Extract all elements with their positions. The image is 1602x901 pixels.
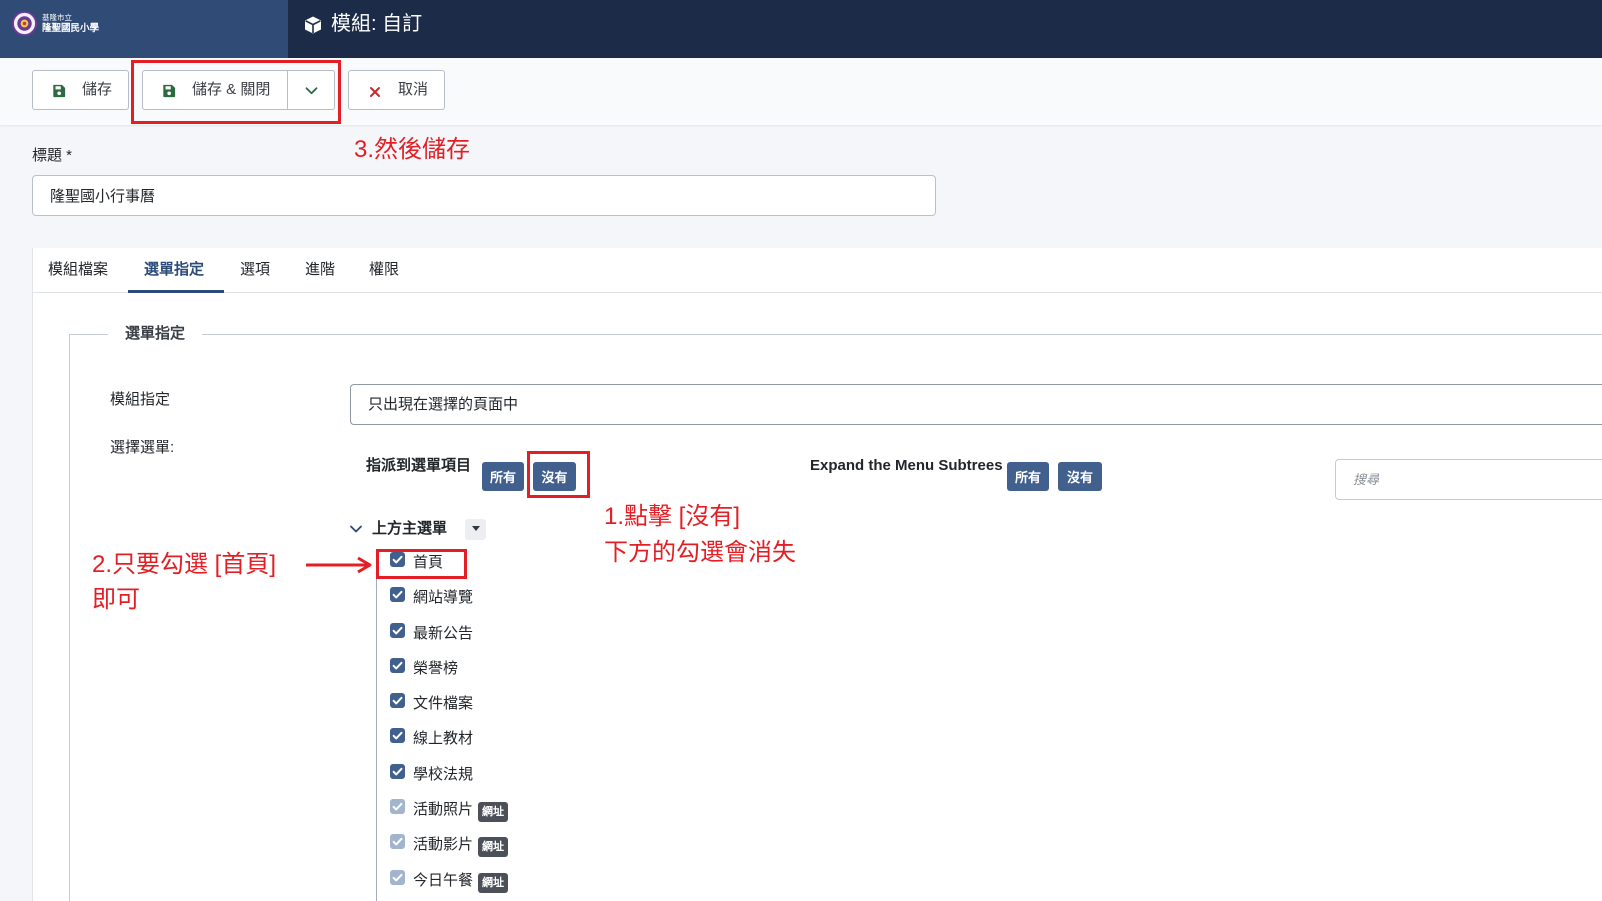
module-edit-page: 基隆市立 隆聖國民小學 模組: 自訂 儲存 儲存 & 關閉 取消 3.然後儲存 … xyxy=(0,0,1602,901)
save-icon xyxy=(162,84,176,98)
menu-item-checkbox[interactable] xyxy=(390,834,405,850)
module-assignment-label: 模組指定 xyxy=(110,391,171,408)
list-item: 今日午餐 網址 xyxy=(380,863,680,898)
menu-item-label[interactable]: 網站導覽 xyxy=(413,588,473,608)
checkmark-icon xyxy=(392,802,403,811)
brand-city-text: 基隆市立 xyxy=(42,13,72,22)
menu-item-label-wrap[interactable]: 活動影片 網址 xyxy=(413,835,509,858)
menu-item-label: 今日午餐 xyxy=(413,871,474,889)
save-icon xyxy=(52,84,66,98)
menu-item-label[interactable]: 首頁 xyxy=(413,553,443,573)
menu-group-dropdown-button[interactable] xyxy=(465,519,486,540)
menu-item-label[interactable]: 文件檔案 xyxy=(413,694,473,714)
tab-module-files[interactable]: 模組檔案 xyxy=(32,248,126,293)
menu-item-label[interactable]: 最新公告 xyxy=(413,624,473,644)
list-item: 網站導覽 xyxy=(380,580,680,615)
brand-school-text: 隆聖國民小學 xyxy=(42,23,100,34)
expand-subtrees-label: Expand the Menu Subtrees xyxy=(810,457,1003,474)
menu-item-checkbox[interactable] xyxy=(390,869,405,885)
annotation-step2-line2: 即可 xyxy=(92,586,140,613)
menu-item-checkbox[interactable] xyxy=(390,587,405,603)
assign-items-label: 指派到選單項目 xyxy=(366,457,472,474)
checkmark-icon xyxy=(392,591,403,599)
assign-all-button[interactable]: 所有 xyxy=(482,462,524,491)
fieldset-legend: 選單指定 xyxy=(108,324,202,344)
menu-item-list: 首頁 網站導覽 最新公告 榮譽榜 文件檔案 線上教材 學校法規 活動照片網址 xyxy=(380,545,680,898)
select-menu-label: 選擇選單: xyxy=(110,439,175,456)
save-button-label: 儲存 xyxy=(82,81,113,98)
tab-menu-assignment[interactable]: 選單指定 xyxy=(128,248,224,293)
list-item: 文件檔案 xyxy=(380,686,680,721)
tab-options[interactable]: 選項 xyxy=(224,248,287,293)
module-assignment-select[interactable]: 只出現在選擇的頁面中 xyxy=(350,384,1602,425)
page-title: 模組: 自訂 xyxy=(331,13,423,35)
top-header: 基隆市立 隆聖國民小學 模組: 自訂 xyxy=(0,0,1602,58)
menu-item-label-wrap[interactable]: 活動照片 網址 xyxy=(413,800,509,823)
expand-all-button[interactable]: 所有 xyxy=(1007,462,1049,491)
menu-item-checkbox[interactable] xyxy=(390,763,405,779)
menu-item-checkbox[interactable] xyxy=(390,728,405,744)
cancel-button-label: 取消 xyxy=(398,81,429,98)
save-button[interactable]: 儲存 xyxy=(32,70,129,110)
toolbar: 儲存 儲存 & 關閉 取消 xyxy=(0,58,1602,125)
list-item: 線上教材 xyxy=(380,721,680,756)
annotation-step1-line1: 1.點擊 [沒有] xyxy=(604,503,741,530)
menu-item-label-wrap[interactable]: 今日午餐 網址 xyxy=(413,871,509,893)
checkmark-icon xyxy=(392,696,403,705)
assign-none-button[interactable]: 沒有 xyxy=(533,462,576,491)
list-item: 最新公告 xyxy=(380,616,680,651)
tree-guide-line xyxy=(376,549,377,901)
list-item: 活動照片 網址 xyxy=(380,792,680,827)
chevron-down-icon xyxy=(304,83,319,98)
tab-advanced[interactable]: 進階 xyxy=(289,248,352,293)
menu-item-label[interactable]: 學校法規 xyxy=(413,765,473,785)
checkmark-icon xyxy=(392,873,403,882)
list-item: 學校法規 xyxy=(380,757,680,792)
checkmark-icon xyxy=(392,555,403,564)
title-input[interactable] xyxy=(32,175,936,216)
title-field-label: 標題 * xyxy=(32,147,73,164)
list-item: 活動影片 網址 xyxy=(380,827,680,862)
brand-home-link[interactable]: 基隆市立 隆聖國民小學 xyxy=(0,0,288,58)
tab-permissions[interactable]: 權限 xyxy=(353,248,416,293)
list-item: 首頁 xyxy=(380,545,680,580)
chevron-down-icon[interactable] xyxy=(349,522,363,536)
menu-item-checkbox[interactable] xyxy=(390,799,405,815)
annotation-step3: 3.然後儲存 xyxy=(354,136,471,163)
checkmark-icon xyxy=(392,838,403,846)
school-seal-icon xyxy=(12,11,37,36)
annotation-arrow-icon xyxy=(305,555,373,575)
menu-item-label: 活動照片 xyxy=(413,801,474,819)
checkmark-icon xyxy=(392,732,403,740)
close-icon xyxy=(369,85,381,97)
search-input[interactable] xyxy=(1335,459,1602,500)
url-badge: 網址 xyxy=(478,802,509,823)
url-badge: 網址 xyxy=(478,837,509,858)
save-options-dropdown-button[interactable] xyxy=(287,70,335,110)
cube-icon xyxy=(303,15,323,35)
menu-item-label[interactable]: 線上教材 xyxy=(413,729,473,749)
menu-item-checkbox[interactable] xyxy=(390,552,405,567)
checkmark-icon xyxy=(392,626,403,634)
checkmark-icon xyxy=(392,661,403,670)
save-close-button[interactable]: 儲存 & 關閉 xyxy=(142,70,288,110)
caret-down-icon xyxy=(472,526,480,531)
expand-none-button[interactable]: 沒有 xyxy=(1058,462,1102,491)
save-close-button-label: 儲存 & 關閉 xyxy=(192,81,271,98)
annotation-step2-line1: 2.只要勾選 [首頁] xyxy=(92,551,277,578)
menu-item-checkbox[interactable] xyxy=(390,622,405,638)
module-assignment-value: 只出現在選擇的頁面中 xyxy=(368,396,519,413)
cancel-button[interactable]: 取消 xyxy=(348,70,445,110)
menu-group-title: 上方主選單 xyxy=(372,520,448,537)
menu-item-label: 活動影片 xyxy=(413,836,474,854)
menu-item-label[interactable]: 榮譽榜 xyxy=(413,659,458,679)
fieldset-border-top xyxy=(69,334,1602,335)
menu-item-checkbox[interactable] xyxy=(390,657,405,673)
checkmark-icon xyxy=(392,767,403,776)
url-badge: 網址 xyxy=(478,872,509,893)
fieldset-border-left xyxy=(69,334,70,901)
list-item: 榮譽榜 xyxy=(380,651,680,686)
menu-item-checkbox[interactable] xyxy=(390,693,405,709)
